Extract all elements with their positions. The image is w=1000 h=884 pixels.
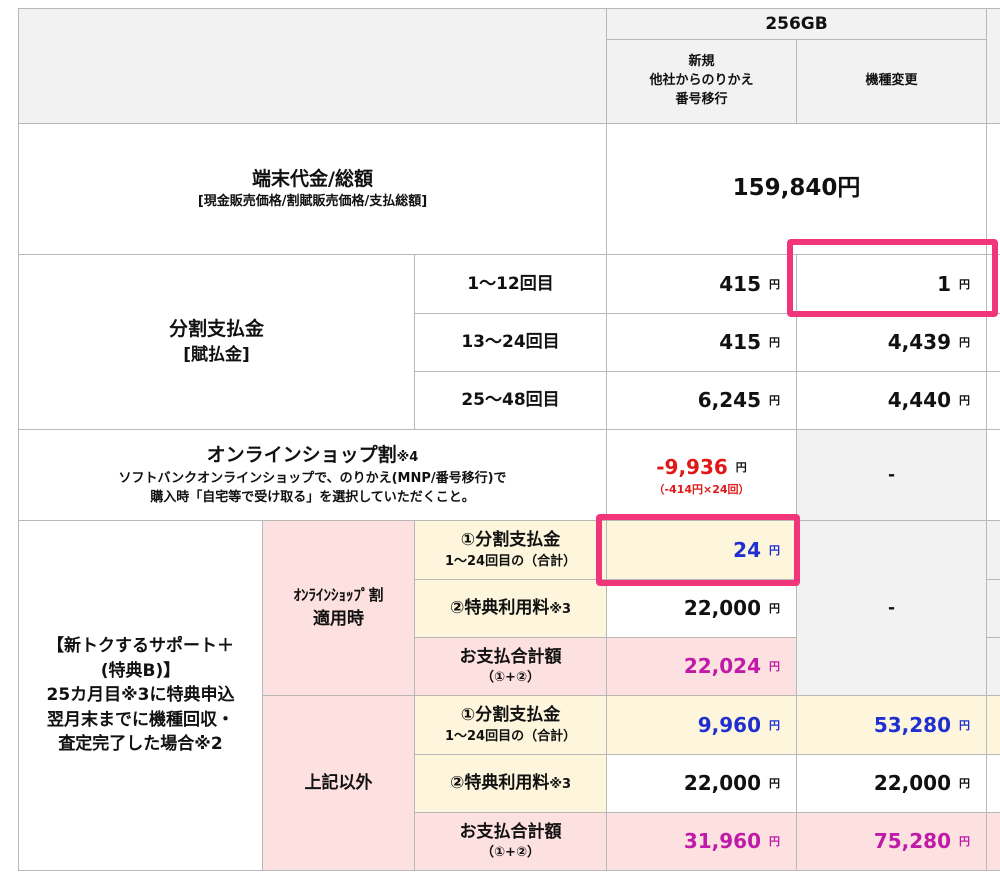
- support-label-cell: 【新トクするサポート＋ (特典B)】 25カ月目※3に特典申込 翌月末までに機種…: [18, 520, 263, 871]
- support-label-line: 翌月末までに機種回収・: [47, 709, 234, 730]
- item-title: ②特典利用料: [449, 598, 550, 619]
- row-edge: [986, 695, 1000, 755]
- row-edge: [986, 754, 1000, 813]
- item-title: お支払合計額: [459, 821, 562, 842]
- row-edge: [986, 123, 1000, 255]
- item-sub: （①+②）: [481, 670, 540, 686]
- price-table-page: 256GB 新規 他社からのりかえ 番号移行 機種変更 端末代金/総額 [現金販…: [0, 0, 1000, 884]
- item-title: ①分割支払金: [460, 530, 561, 551]
- item-label-cell: お支払合計額 （①+②）: [413, 637, 608, 696]
- row-edge: [986, 579, 1000, 638]
- device-price-sublabel: [現金販売価格/割賦販売価格/支払総額]: [197, 194, 428, 210]
- support-label-line: (特典B)】: [100, 660, 181, 681]
- with-discount-change-value: -: [796, 520, 988, 696]
- online-discount-new-cell: -9,936 円 （-414円×24回）: [606, 429, 798, 521]
- row-edge: [986, 637, 1000, 696]
- online-discount-new-sub: （-414円×24回）: [653, 482, 750, 496]
- support-label-line: 【新トクするサポート＋: [47, 635, 234, 656]
- other-total-new: 31,960 円: [606, 812, 798, 871]
- col-new-line-3: 番号移行: [675, 91, 728, 107]
- with-discount-label-cell: ｵﾝﾗｲﾝｼｮｯﾌﾟ割 適用時: [262, 520, 415, 696]
- with-discount-installment-total: 24 円: [606, 520, 798, 580]
- installment-period: 13〜24回目: [413, 313, 608, 372]
- header-edge: [986, 8, 1000, 124]
- online-discount-desc-1: ソフトバンクオンラインショップで、のりかえ(MNP/番号移行)で: [118, 470, 507, 486]
- with-discount-total: 22,024 円: [606, 637, 798, 696]
- online-discount-desc-2: 購入時「自宅等で受け取る」を選択していただくこと。: [150, 489, 475, 505]
- row-edge: [986, 254, 1000, 314]
- col-new-header: 新規 他社からのりかえ 番号移行: [606, 39, 798, 124]
- installment-period: 1〜12回目: [413, 254, 608, 314]
- item-title-suffix: ※3: [549, 602, 572, 618]
- item-sub: 1〜24回目の（合計）: [444, 553, 577, 569]
- other-total-change: 75,280 円: [796, 812, 988, 871]
- installment-change-value: 4,440 円: [796, 371, 988, 430]
- item-title: ②特典利用料: [449, 773, 550, 794]
- item-title: お支払合計額: [459, 646, 562, 667]
- capacity-header: 256GB: [606, 8, 988, 40]
- installment-change-value: 1円: [796, 254, 988, 314]
- item-sub: （①+②）: [481, 845, 540, 861]
- device-price-label: 端末代金/総額: [252, 167, 373, 190]
- other-fee-change: 22,000 円: [796, 754, 988, 813]
- item-label-cell: お支払合計額 （①+②）: [413, 812, 608, 871]
- price-table: 256GB 新規 他社からのりかえ 番号移行 機種変更 端末代金/総額 [現金販…: [17, 8, 1000, 871]
- row-edge: [986, 520, 1000, 580]
- installment-label-cell: 分割支払金 [賦払金]: [18, 254, 415, 430]
- item-title: ①分割支払金: [460, 705, 561, 726]
- with-discount-fee: 22,000 円: [606, 579, 798, 638]
- installment-new-value: 415 円: [606, 254, 798, 314]
- item-label-cell: ①分割支払金 1〜24回目の（合計）: [413, 695, 608, 755]
- support-label-line: 25カ月目※3に特典申込: [46, 685, 235, 706]
- other-installment-change: 53,280 円: [796, 695, 988, 755]
- col-new-line-1: 新規: [688, 54, 715, 70]
- installment-new-value: 6,245 円: [606, 371, 798, 430]
- installment-period: 25〜48回目: [413, 371, 608, 430]
- header-blank: [17, 8, 608, 124]
- online-discount-title: オンラインショップ割※4: [206, 444, 419, 467]
- item-label-cell: ②特典利用料※3: [413, 579, 608, 638]
- other-installment-new: 9,960 円: [606, 695, 798, 755]
- row-edge: [986, 313, 1000, 372]
- with-discount-label-1: ｵﾝﾗｲﾝｼｮｯﾌﾟ割: [293, 585, 384, 604]
- device-price-value: 159,840円: [606, 123, 988, 255]
- item-label-cell: ②特典利用料※3: [413, 754, 608, 813]
- row-edge: [986, 812, 1000, 871]
- row-edge: [986, 371, 1000, 430]
- device-price-label-cell: 端末代金/総額 [現金販売価格/割賦販売価格/支払総額]: [17, 123, 608, 255]
- item-sub: 1〜24回目の（合計）: [444, 728, 577, 744]
- installment-label: 分割支払金: [168, 317, 264, 340]
- other-fee-new: 22,000 円: [606, 754, 798, 813]
- col-change-header: 機種変更: [796, 39, 988, 124]
- online-discount-label-cell: オンラインショップ割※4 ソフトバンクオンラインショップで、のりかえ(MNP/番…: [17, 429, 608, 521]
- item-title-suffix: ※3: [549, 777, 572, 793]
- support-label-line: 査定完了した場合※2: [58, 734, 223, 755]
- installment-new-value: 415 円: [606, 313, 798, 372]
- col-new-line-2: 他社からのりかえ: [649, 73, 754, 89]
- with-discount-label-2: 適用時: [313, 608, 364, 629]
- installment-change-value: 4,439 円: [796, 313, 988, 372]
- row-edge: [986, 429, 1000, 521]
- item-label-cell: ①分割支払金 1〜24回目の（合計）: [413, 520, 608, 580]
- installment-sublabel: [賦払金]: [183, 345, 250, 366]
- online-discount-change-value: -: [796, 429, 988, 521]
- other-label: 上記以外: [262, 695, 415, 871]
- online-discount-new-value: -9,936 円: [656, 454, 747, 479]
